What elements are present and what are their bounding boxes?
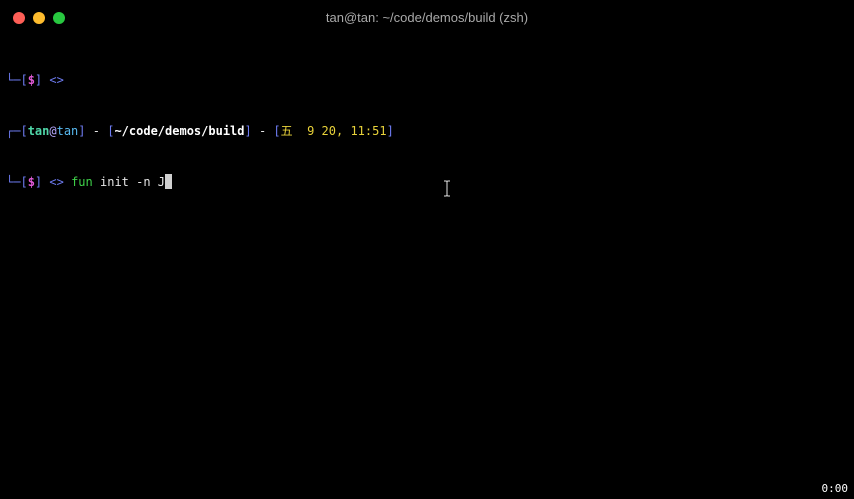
input-bracket-close: ] bbox=[34, 175, 43, 189]
path-bracket-close: ] bbox=[244, 124, 252, 138]
command-line[interactable]: └─[$] <> fun init -n J bbox=[6, 174, 394, 191]
input-dollar: $ bbox=[27, 175, 35, 189]
prompt-corner-top: ┌─ bbox=[6, 124, 21, 138]
prompt-user: tan bbox=[27, 124, 50, 138]
prompt-at: @ bbox=[49, 124, 57, 138]
prompt-header-line: ┌─[tan@tan] - [~/code/demos/build] - [五 … bbox=[6, 123, 394, 140]
prompt-bracket-open: [ bbox=[20, 73, 28, 87]
window-title: tan@tan: ~/code/demos/build (zsh) bbox=[325, 10, 529, 25]
prompt-bracket-close: ] bbox=[34, 73, 43, 87]
prompt-corner-bottom: └─ bbox=[6, 175, 21, 189]
prompt-separator-2: - bbox=[251, 124, 274, 138]
prompt-dollar: $ bbox=[27, 73, 35, 87]
prompt-path: ~/code/demos/build bbox=[114, 124, 245, 138]
date-bracket-close: ] bbox=[386, 124, 394, 138]
command-name: fun bbox=[71, 175, 93, 189]
i-beam-cursor-icon bbox=[444, 180, 450, 197]
prompt-separator-1: - bbox=[85, 124, 108, 138]
terminal-output[interactable]: └─[$] <> ┌─[tan@tan] - [~/code/demos/bui… bbox=[6, 38, 394, 225]
date-bracket-open: [ bbox=[273, 124, 281, 138]
prompt-host: tan bbox=[56, 124, 79, 138]
user-bracket-close: ] bbox=[78, 124, 86, 138]
command-args: init -n J bbox=[100, 175, 166, 189]
input-bracket-open: [ bbox=[20, 175, 28, 189]
terminal-window: tan@tan: ~/code/demos/build (zsh) └─[$] … bbox=[0, 0, 854, 499]
prompt-corner: └─ bbox=[6, 73, 21, 87]
user-bracket-open: [ bbox=[20, 124, 28, 138]
input-arrow: <> bbox=[49, 175, 64, 189]
prompt-date: 五 9 20, 11:51 bbox=[280, 124, 387, 138]
prompt-line-previous: └─[$] <> bbox=[6, 72, 394, 89]
prompt-arrow: <> bbox=[49, 73, 64, 87]
title-bar: tan@tan: ~/code/demos/build (zsh) bbox=[0, 0, 854, 36]
recording-timer: 0:00 bbox=[821, 482, 849, 495]
text-cursor bbox=[165, 174, 173, 189]
